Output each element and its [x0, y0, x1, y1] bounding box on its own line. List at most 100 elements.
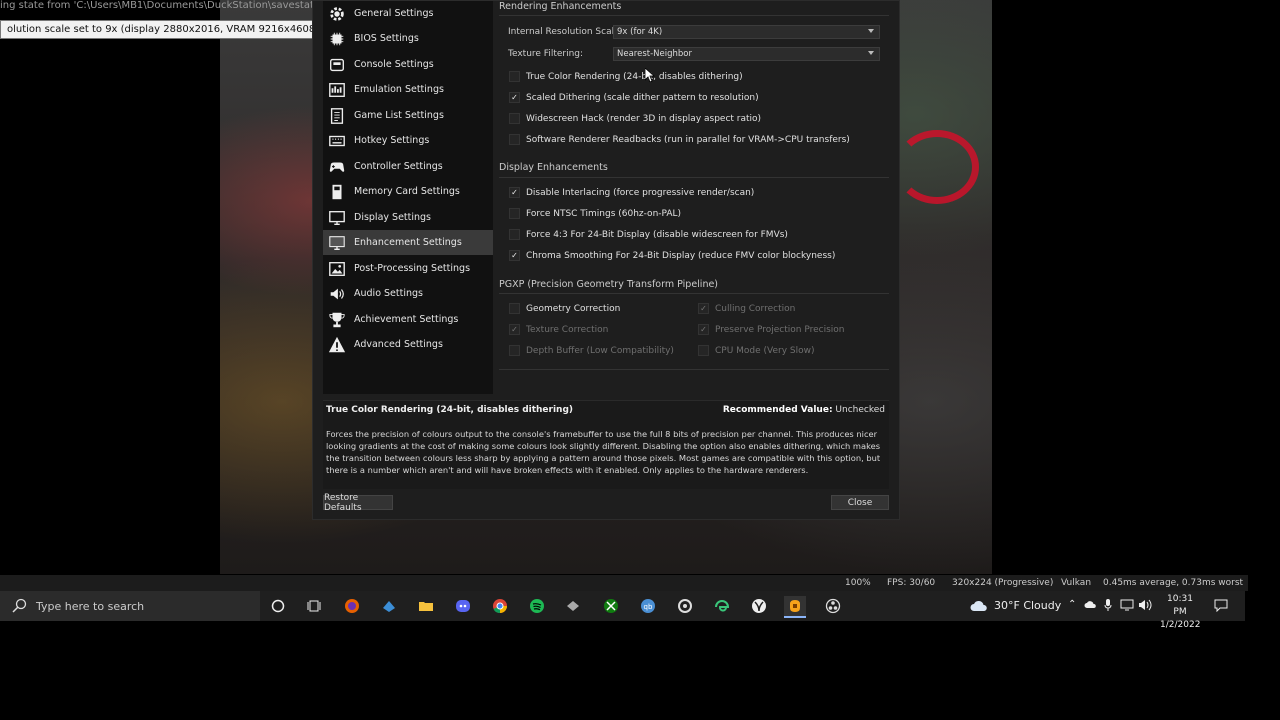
- resolution-scale-label: Internal Resolution Scale:: [508, 27, 623, 37]
- emulation-icon: [326, 81, 348, 99]
- sidebar-item-advanced[interactable]: Advanced Settings: [323, 332, 493, 357]
- microphone-icon[interactable]: [1104, 599, 1112, 611]
- close-button[interactable]: Close: [831, 495, 889, 510]
- checkmark-icon: ✓: [698, 324, 709, 335]
- app-launcher-icon[interactable]: [562, 596, 584, 616]
- search-placeholder: Type here to search: [36, 599, 145, 613]
- weather-widget[interactable]: 30°F Cloudy: [970, 599, 1061, 612]
- gpu-tool-icon[interactable]: [674, 596, 696, 616]
- volume-icon[interactable]: [1138, 599, 1152, 611]
- sidebar-item-label: Hotkey Settings: [354, 135, 430, 146]
- sidebar-item-label: Display Settings: [354, 212, 432, 223]
- true-color-checkbox[interactable]: True Color Rendering (24-bit, disables d…: [509, 71, 743, 82]
- cortana-icon[interactable]: [267, 596, 289, 616]
- frame-time: 0.45ms average, 0.73ms worst: [1103, 578, 1244, 588]
- system-clock[interactable]: 10:31 PM 1/2/2022: [1160, 593, 1200, 632]
- sidebar-item-enhancement[interactable]: Enhancement Settings: [323, 230, 493, 255]
- notification-icon[interactable]: [1214, 599, 1228, 612]
- texture-filtering-select[interactable]: Nearest-Neighbor: [613, 47, 880, 61]
- depth-buffer-checkbox[interactable]: Depth Buffer (Low Compatibility): [509, 345, 674, 356]
- chevron-up-icon[interactable]: ⌃: [1068, 599, 1076, 610]
- checkbox-label: Preserve Projection Precision: [715, 324, 845, 335]
- chevron-down-icon: [868, 29, 874, 33]
- texture-filtering-value: Nearest-Neighbor: [617, 49, 692, 59]
- pgxp-section-title: PGXP (Precision Geometry Transform Pipel…: [499, 279, 719, 290]
- file-explorer-icon[interactable]: [415, 596, 437, 616]
- gamepad-icon: [326, 158, 348, 176]
- chrome-icon[interactable]: [489, 596, 511, 616]
- cpu-mode-checkbox[interactable]: CPU Mode (Very Slow): [698, 345, 815, 356]
- sidebar-item-console[interactable]: Console Settings: [323, 52, 493, 77]
- enhancement-settings-panel: Rendering Enhancements Internal Resoluti…: [499, 1, 889, 394]
- divider: [499, 369, 889, 370]
- task-view-icon[interactable]: [303, 596, 325, 616]
- recommended-value-text: Unchecked: [835, 405, 885, 415]
- settings-sidebar: General Settings BIOS Settings Console S…: [323, 1, 493, 394]
- sidebar-item-memory-card[interactable]: Memory Card Settings: [323, 179, 493, 204]
- qbittorrent-icon[interactable]: qb: [637, 596, 659, 616]
- sidebar-item-hotkey[interactable]: Hotkey Settings: [323, 128, 493, 153]
- steam-icon[interactable]: [378, 596, 400, 616]
- sidebar-item-controller[interactable]: Controller Settings: [323, 154, 493, 179]
- spotify-icon[interactable]: [526, 596, 548, 616]
- xbox-icon[interactable]: [748, 596, 770, 616]
- desktop-screen: ing state from 'C:\Users\MB1\Documents\D…: [0, 0, 1280, 720]
- divider: [499, 293, 889, 294]
- search-icon: [12, 598, 28, 614]
- enhancement-monitor-icon: [326, 234, 348, 252]
- checkmark-icon: ✓: [509, 92, 520, 103]
- recommended-value: Recommended Value: Unchecked: [723, 405, 885, 415]
- sidebar-item-achievement[interactable]: Achievement Settings: [323, 307, 493, 332]
- software-readbacks-checkbox[interactable]: Software Renderer Readbacks (run in para…: [509, 134, 850, 145]
- checkbox-label: Geometry Correction: [526, 303, 621, 314]
- widescreen-hack-checkbox[interactable]: Widescreen Hack (render 3D in display as…: [509, 113, 761, 124]
- sidebar-item-label: Audio Settings: [354, 288, 423, 299]
- checkbox-label: Disable Interlacing (force progressive r…: [526, 187, 755, 198]
- sidebar-item-label: Advanced Settings: [354, 339, 443, 350]
- sidebar-item-game-list[interactable]: Game List Settings: [323, 103, 493, 128]
- restore-defaults-button[interactable]: Restore Defaults: [323, 493, 393, 513]
- warning-icon: [326, 336, 348, 354]
- sidebar-item-bios[interactable]: BIOS Settings: [323, 26, 493, 51]
- description-title: True Color Rendering (24-bit, disables d…: [326, 405, 574, 415]
- image-icon: [326, 260, 348, 278]
- network-icon[interactable]: [1120, 599, 1134, 611]
- taskbar-search-box[interactable]: Type here to search: [0, 591, 260, 621]
- firefox-icon[interactable]: [341, 596, 363, 616]
- duckstation-icon[interactable]: [784, 596, 806, 618]
- texture-filtering-label: Texture Filtering:: [508, 49, 584, 59]
- settings-dialog: General Settings BIOS Settings Console S…: [312, 0, 900, 520]
- force-ntsc-checkbox[interactable]: Force NTSC Timings (60hz-on-PAL): [509, 208, 681, 219]
- checkbox-box: [509, 229, 520, 240]
- checkbox-box: [509, 134, 520, 145]
- preserve-projection-checkbox[interactable]: ✓ Preserve Projection Precision: [698, 324, 844, 335]
- geometry-correction-checkbox[interactable]: Geometry Correction: [509, 303, 620, 314]
- sidebar-item-display[interactable]: Display Settings: [323, 205, 493, 230]
- texture-correction-checkbox[interactable]: ✓ Texture Correction: [509, 324, 608, 335]
- checkbox-label: Force 4:3 For 24-Bit Display (disable wi…: [526, 229, 788, 240]
- sidebar-item-emulation[interactable]: Emulation Settings: [323, 77, 493, 102]
- resolution-scale-select[interactable]: 9x (for 4K): [613, 25, 880, 39]
- cloud-icon: [970, 600, 988, 612]
- chroma-smoothing-checkbox[interactable]: ✓ Chroma Smoothing For 24-Bit Display (re…: [509, 250, 835, 261]
- obs-icon[interactable]: [822, 596, 844, 616]
- culling-correction-checkbox[interactable]: ✓ Culling Correction: [698, 303, 795, 314]
- discord-icon[interactable]: [452, 596, 474, 616]
- sidebar-item-post-processing[interactable]: Post-Processing Settings: [323, 256, 493, 281]
- sidebar-item-label: Game List Settings: [354, 110, 444, 121]
- sidebar-item-general[interactable]: General Settings: [323, 1, 493, 26]
- checkmark-icon: ✓: [509, 324, 520, 335]
- checkbox-label: Force NTSC Timings (60hz-on-PAL): [526, 208, 682, 219]
- checkbox-label: Widescreen Hack (render 3D in display as…: [526, 113, 762, 124]
- onedrive-cloud-icon[interactable]: [1084, 600, 1096, 609]
- disable-interlacing-checkbox[interactable]: ✓ Disable Interlacing (force progressive …: [509, 187, 754, 198]
- force-4-3-checkbox[interactable]: Force 4:3 For 24-Bit Display (disable wi…: [509, 229, 788, 240]
- scaled-dithering-checkbox[interactable]: ✓ Scaled Dithering (scale dither pattern …: [509, 92, 759, 103]
- edge-icon[interactable]: [711, 596, 733, 616]
- speaker-icon: [326, 285, 348, 303]
- sidebar-item-audio[interactable]: Audio Settings: [323, 281, 493, 306]
- xbox-app-icon[interactable]: [600, 596, 622, 616]
- clock-date: 1/2/2022: [1160, 620, 1201, 630]
- display-section-title: Display Enhancements: [499, 162, 608, 173]
- sidebar-item-label: Post-Processing Settings: [354, 263, 471, 274]
